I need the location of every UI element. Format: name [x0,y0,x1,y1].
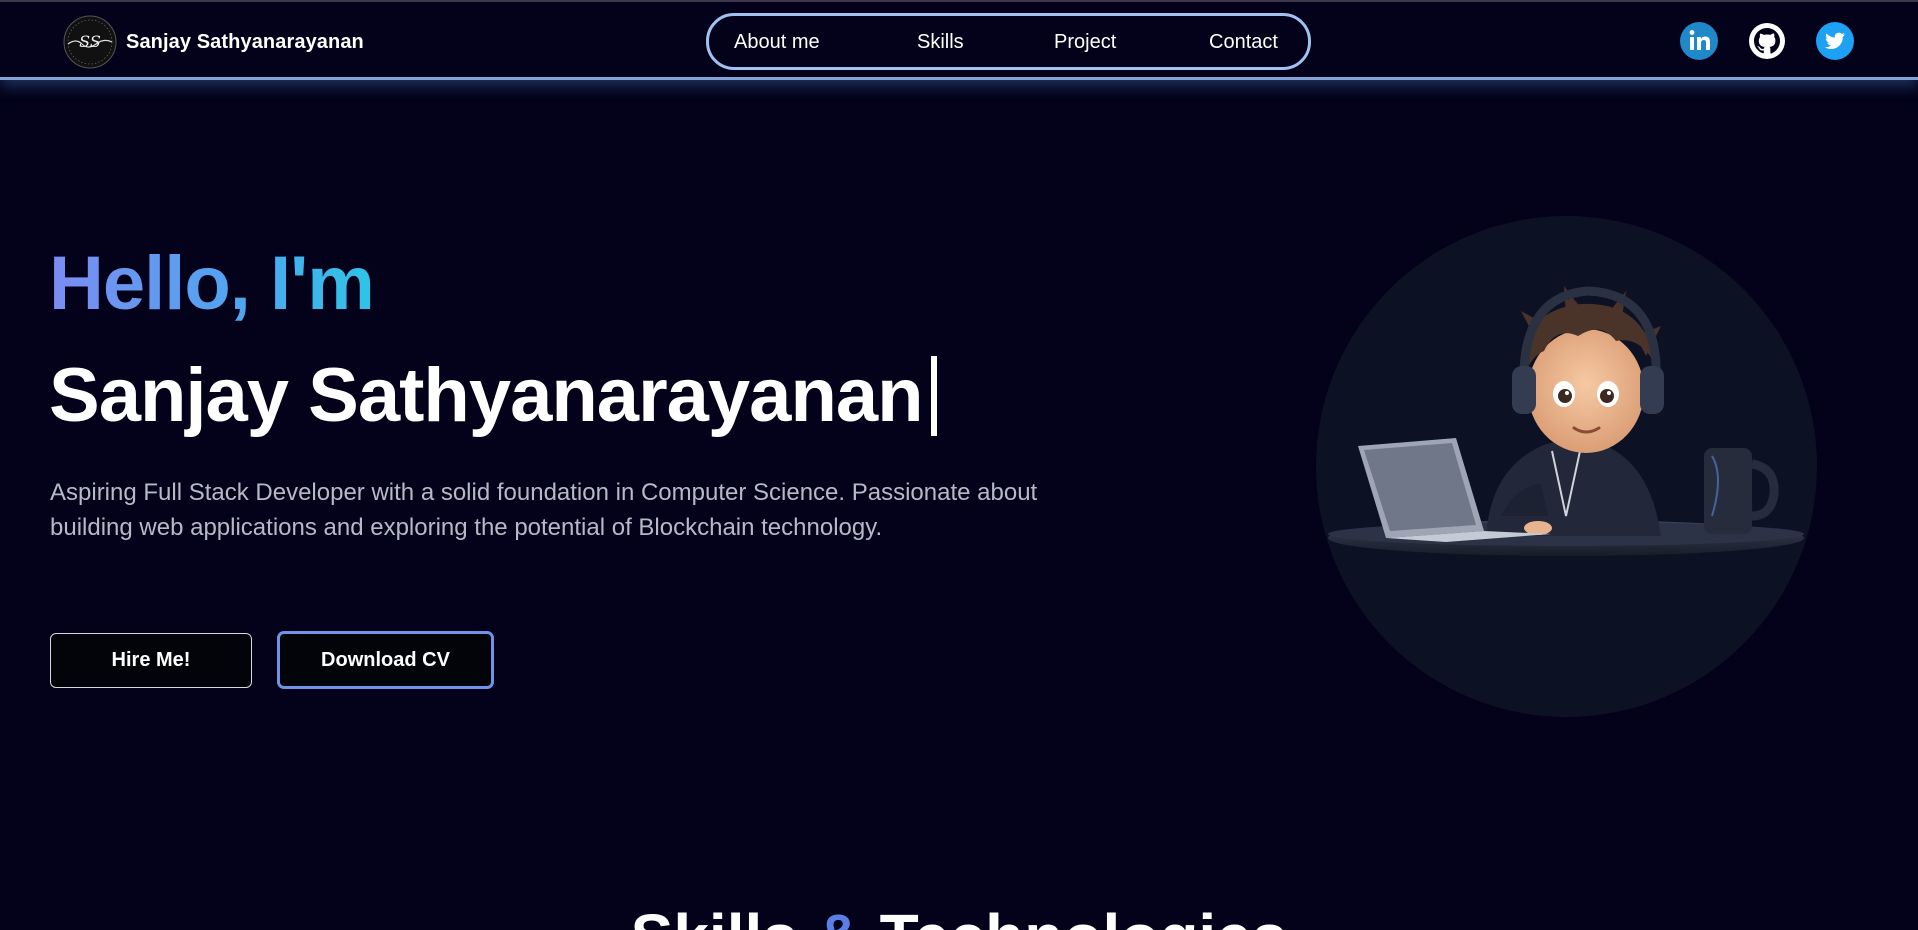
hero-name-wrapper: Sanjay Sathyanarayanan [49,352,937,439]
nav-link-skills[interactable]: Skills [917,31,964,54]
nav-link-about[interactable]: About me [734,31,820,54]
svg-text:SS: SS [79,32,101,51]
download-cv-button[interactable]: Download CV [277,631,494,689]
developer-avatar-illustration [1328,286,1804,556]
linkedin-icon[interactable] [1680,22,1718,60]
brand[interactable]: SS Sanjay Sathyanarayanan [62,14,364,70]
brand-name: Sanjay Sathyanarayanan [126,30,364,53]
heading-part-2: Technologies [862,901,1288,930]
portfolio-page: SS Sanjay Sathyanarayanan About me Skill… [0,0,1918,930]
hero-greeting: Hello, I'm [49,241,375,326]
main-nav: About me Skills Project Contact [706,13,1311,70]
heading-accent: & [816,901,862,930]
nav-link-contact[interactable]: Contact [1209,31,1278,54]
avatar-circle [1316,216,1817,717]
twitter-icon[interactable] [1816,22,1854,60]
hire-me-button[interactable]: Hire Me! [50,633,252,688]
nav-link-project[interactable]: Project [1054,31,1116,54]
navbar: SS Sanjay Sathyanarayanan About me Skill… [0,0,1918,80]
hero-name: Sanjay Sathyanarayanan [49,353,924,438]
hero-description: Aspiring Full Stack Developer with a sol… [50,479,1038,541]
skills-section-heading: Skills & Technologies [0,900,1918,930]
github-icon[interactable] [1748,22,1786,60]
typing-cursor [930,355,937,436]
signature-logo-icon: SS [63,15,117,69]
heading-part-1: Skills [631,901,816,930]
